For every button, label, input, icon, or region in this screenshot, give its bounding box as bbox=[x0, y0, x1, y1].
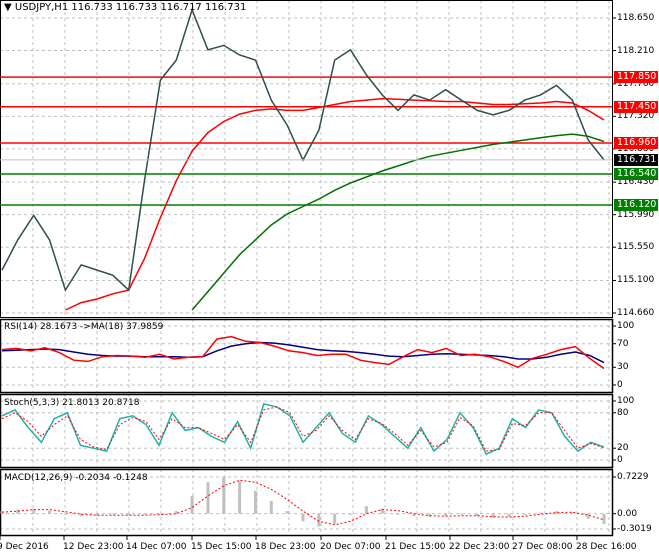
rsi-title: RSI(14) 28.1673 ->MA(18) 37.9859 bbox=[4, 322, 164, 332]
y-tick-label: 115.550 bbox=[617, 242, 655, 253]
x-tick-label: 18 Dec 23:00 bbox=[255, 542, 316, 552]
y-tick-label: 30 bbox=[617, 362, 629, 373]
x-tick-label: 14 Dec 07:00 bbox=[126, 542, 187, 552]
x-tick-label: 22 Dec 23:00 bbox=[449, 542, 510, 552]
panel-frame bbox=[0, 0, 613, 318]
y-tick-label: 115.990 bbox=[617, 209, 655, 220]
macd-histogram-bar bbox=[507, 513, 511, 517]
stoch-title: Stoch(5,3,3) 21.8013 20.8718 bbox=[4, 398, 140, 408]
x-tick-label: 15 Dec 15:00 bbox=[191, 542, 252, 552]
macd-histogram-bar bbox=[523, 513, 527, 515]
macd-histogram-bar bbox=[301, 513, 305, 522]
ohlc-readout: 116.733 116.733 116.717 116.731 bbox=[71, 2, 247, 13]
y-tick-label: 0 bbox=[617, 455, 623, 465]
stoch-signal-line bbox=[1, 406, 605, 452]
x-tick-label: 21 Dec 15:00 bbox=[385, 542, 446, 552]
y-tick-label: 0.7229 bbox=[617, 472, 649, 482]
macd-histogram-bar bbox=[238, 480, 242, 514]
macd-histogram-bar bbox=[602, 513, 606, 524]
price-level-tag: 116.960 bbox=[614, 136, 658, 149]
ma-fast-line bbox=[65, 97, 605, 311]
macd-title: MACD(12,26,9) -0.2034 -0.1248 bbox=[4, 473, 148, 483]
price-line bbox=[1, 7, 605, 292]
macd-histogram-bar bbox=[63, 513, 67, 515]
macd-histogram-bar bbox=[396, 513, 400, 515]
macd-histogram-bar bbox=[349, 513, 353, 515]
x-tick-label: 28 Dec 16:00 bbox=[576, 542, 637, 552]
current-price-tag: 116.731 bbox=[614, 153, 658, 166]
macd-histogram-bar bbox=[333, 513, 337, 524]
x-tick-label: 27 Dec 08:00 bbox=[512, 542, 573, 552]
macd-histogram-bar bbox=[206, 482, 210, 514]
y-tick-label: 100 bbox=[617, 396, 635, 406]
macd-histogram-bar bbox=[190, 495, 194, 514]
price-level-tag: 117.450 bbox=[614, 100, 658, 113]
macd-histogram-bar bbox=[459, 513, 463, 515]
y-tick-label: 118.210 bbox=[617, 45, 655, 56]
chart-title: ▼ USDJPY,H1 116.733 116.733 116.717 116.… bbox=[4, 2, 246, 13]
y-tick-label: 0 bbox=[617, 380, 623, 390]
y-tick-label: 70 bbox=[617, 338, 629, 349]
macd-histogram-bar bbox=[16, 509, 20, 514]
macd-histogram-bar bbox=[222, 477, 226, 514]
macd-histogram-bar bbox=[285, 511, 289, 514]
y-tick-label: -0.3019 bbox=[617, 524, 652, 534]
macd-histogram-bar bbox=[143, 513, 147, 515]
macd-histogram-bar bbox=[253, 490, 257, 514]
symbol-title: USDJPY,H1 bbox=[14, 2, 69, 13]
rsi-line bbox=[1, 335, 605, 370]
y-tick-label: 117.320 bbox=[617, 111, 655, 122]
y-tick-label: 114.660 bbox=[617, 308, 655, 318]
price-level-tag: 116.120 bbox=[614, 199, 658, 212]
macd-histogram-bar bbox=[444, 513, 448, 516]
price-level-tag: 116.540 bbox=[614, 168, 658, 180]
y-tick-label: 100 bbox=[617, 321, 635, 331]
y-tick-label: 80 bbox=[617, 407, 629, 418]
macd-histogram-bar bbox=[269, 500, 273, 514]
y-tick-label: 20 bbox=[617, 443, 629, 454]
x-tick-label: 9 Dec 2016 bbox=[0, 542, 49, 552]
macd-histogram-bar bbox=[364, 506, 368, 514]
macd-histogram-bar bbox=[317, 513, 321, 527]
y-tick-label: 115.100 bbox=[617, 275, 655, 286]
macd-histogram-bar bbox=[48, 510, 52, 514]
ma-slow-line bbox=[191, 133, 605, 311]
x-tick-label: 12 Dec 23:00 bbox=[63, 542, 124, 552]
price-level-tag: 117.850 bbox=[614, 71, 658, 84]
x-tick-label: 20 Dec 07:00 bbox=[320, 542, 381, 552]
y-tick-label: 118.650 bbox=[617, 13, 655, 23]
macd-histogram-bar bbox=[539, 512, 543, 514]
y-tick-label: 0.00 bbox=[617, 508, 638, 519]
collapse-triangle-icon[interactable]: ▼ bbox=[4, 2, 12, 13]
macd-histogram-bar bbox=[111, 513, 115, 515]
macd-histogram-bar bbox=[586, 513, 590, 519]
